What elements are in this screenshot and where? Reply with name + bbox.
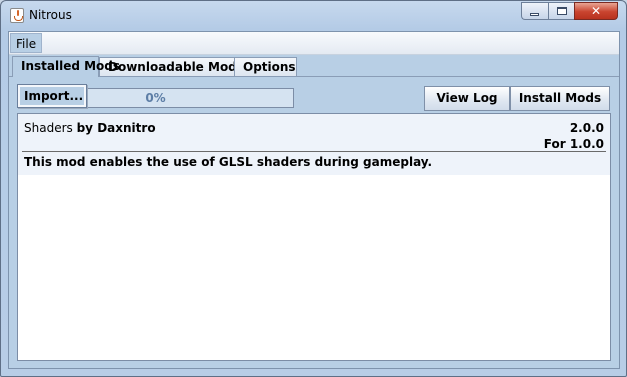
mod-separator	[22, 151, 606, 152]
menu-file[interactable]: File	[10, 33, 43, 53]
mod-list-item[interactable]: Shaders by Daxnitro 2.0.0 For 1.0.0 This…	[18, 114, 610, 175]
title-bar[interactable]: Nitrous ✕	[1, 1, 626, 31]
close-button[interactable]: ✕	[574, 2, 618, 20]
app-window: Nitrous ✕ File Installed Mods Downloadab…	[0, 0, 627, 377]
minimize-button[interactable]	[521, 2, 548, 20]
maximize-button[interactable]	[548, 2, 574, 20]
mod-name: Shaders	[24, 121, 73, 135]
mod-list: Shaders by Daxnitro 2.0.0 For 1.0.0 This…	[17, 113, 611, 361]
menu-bar: File	[9, 32, 619, 55]
java-app-icon	[10, 8, 24, 23]
mod-version: 2.0.0	[569, 121, 604, 135]
view-log-button[interactable]: View Log	[424, 86, 510, 111]
tab-divider	[9, 76, 619, 77]
tab-installed-mods[interactable]: Installed Mods	[12, 56, 120, 77]
tab-options[interactable]: Options	[234, 57, 297, 76]
install-mods-button[interactable]: Install Mods	[510, 86, 610, 111]
mod-by-label: by	[76, 121, 94, 135]
client-area: File Installed Mods Downloadable Mods Op…	[8, 31, 620, 369]
mod-author: Daxnitro	[97, 121, 156, 135]
minimize-icon	[530, 13, 539, 16]
menu-item-import[interactable]: Import...	[20, 87, 84, 105]
mod-description: This mod enables the use of GLSL shaders…	[24, 155, 433, 169]
close-icon: ✕	[590, 4, 602, 18]
window-title: Nitrous	[29, 8, 72, 22]
file-menu-popup: Import...	[17, 84, 87, 108]
mod-compat: For 1.0.0	[543, 137, 604, 151]
mod-title: Shaders by Daxnitro	[24, 121, 156, 135]
maximize-icon	[557, 7, 567, 15]
window-controls: ✕	[521, 2, 618, 20]
